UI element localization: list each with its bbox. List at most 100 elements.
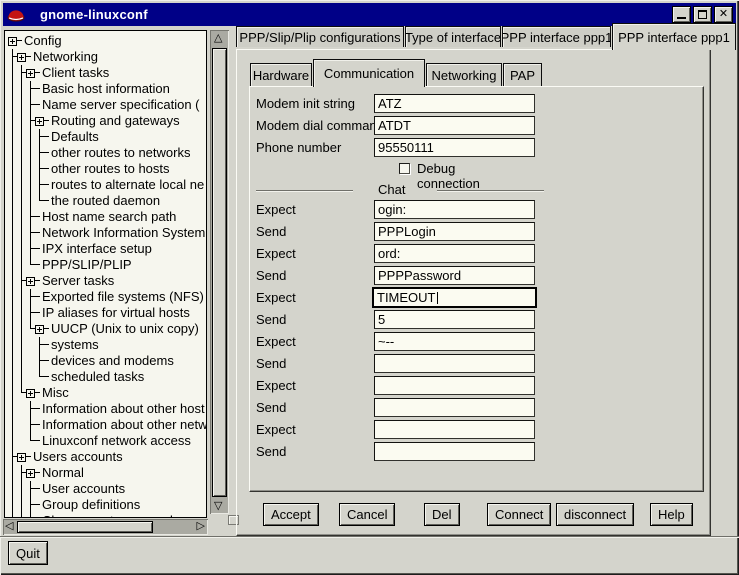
chat-text-input[interactable]: TIMEOUT <box>372 287 537 308</box>
tree-item[interactable]: routes to alternate local ne <box>8 177 206 193</box>
chat-text-input[interactable] <box>374 398 535 417</box>
scroll-up-icon[interactable]: △ <box>214 33 222 44</box>
tree-expander-icon[interactable] <box>17 53 26 62</box>
action-button[interactable]: disconnect <box>556 503 634 526</box>
chat-text-input[interactable]: PPPLogin <box>374 222 535 241</box>
close-icon: ✕ <box>719 9 728 20</box>
chat-row: Expect ord: <box>0 244 739 264</box>
tree-guide <box>8 513 17 518</box>
inner-tab[interactable]: PAP <box>503 63 542 86</box>
inner-tab-label: Communication <box>324 66 414 81</box>
tree-guide <box>26 513 35 518</box>
tree-item-label: Change root password <box>42 513 173 518</box>
chat-row-label: Expect <box>256 420 296 439</box>
tree-guide <box>17 177 26 193</box>
inner-tab[interactable]: Communication <box>313 59 425 87</box>
tree-guide <box>26 481 35 497</box>
form-field-row: Modem dial command ATDT <box>0 116 739 136</box>
tree-item[interactable]: Client tasks <box>8 65 206 81</box>
chat-text-input[interactable]: PPPPassword <box>374 266 535 285</box>
text-input[interactable]: ATDT <box>374 116 535 135</box>
scroll-down-icon[interactable]: ▽ <box>214 501 222 512</box>
chat-row-label: Expect <box>256 332 296 351</box>
action-button-label: Connect <box>495 507 543 522</box>
maximize-button[interactable] <box>693 6 712 23</box>
chat-text-input[interactable] <box>374 376 535 395</box>
scroll-right-icon[interactable]: ▷ <box>197 521 205 532</box>
outer-tab[interactable]: Type of interface <box>405 26 501 47</box>
tree-guide <box>17 65 26 81</box>
tree-item[interactable]: Change root password <box>8 513 206 518</box>
inner-tab[interactable]: Hardware <box>250 63 312 86</box>
chat-row-label: Send <box>256 222 286 241</box>
field-label: Modem dial command <box>256 116 384 135</box>
chat-text-input[interactable]: ord: <box>374 244 535 263</box>
tree-guide <box>35 177 44 193</box>
field-label: Modem init string <box>256 94 355 113</box>
inner-tab-label: PAP <box>510 68 535 83</box>
scroll-left-icon[interactable]: ◁ <box>5 521 13 532</box>
action-button[interactable]: Accept <box>263 503 319 526</box>
input-value: ~-- <box>378 334 394 349</box>
horizontal-scroll-thumb[interactable] <box>17 521 153 533</box>
text-input[interactable]: ATZ <box>374 94 535 113</box>
tree-branch-line <box>17 33 22 49</box>
text-cursor <box>437 292 438 304</box>
tree-item[interactable]: Group definitions <box>8 497 206 513</box>
tree-branch-line <box>44 177 49 193</box>
chat-row: Send 5 <box>0 310 739 330</box>
form-field-row: Modem init string ATZ <box>0 94 739 114</box>
action-button[interactable]: Help <box>650 503 693 526</box>
close-button[interactable]: ✕ <box>714 6 733 23</box>
chat-row-label: Send <box>256 354 286 373</box>
action-button[interactable]: Del <box>424 503 460 526</box>
text-input[interactable]: 95550111 <box>374 138 535 157</box>
minimize-icon <box>677 17 686 19</box>
tree-item[interactable]: other routes to hosts <box>8 161 206 177</box>
tree-expander-icon[interactable] <box>26 469 35 478</box>
quit-button[interactable]: Quit <box>8 541 48 565</box>
tree-guide <box>35 161 44 177</box>
chat-section-label: Chat <box>378 182 405 197</box>
tree-guide <box>26 177 35 193</box>
action-button-label: Accept <box>271 507 311 522</box>
chat-text-input[interactable] <box>374 442 535 461</box>
chat-row: Expect ~-- <box>0 332 739 352</box>
chat-row-label: Expect <box>256 288 296 307</box>
input-value: PPPPassword <box>378 268 461 283</box>
tree-item-label: Normal <box>42 465 84 481</box>
chat-text-input[interactable] <box>374 420 535 439</box>
chat-text-input[interactable] <box>374 354 535 373</box>
outer-tab[interactable]: PPP interface ppp1 <box>502 26 611 47</box>
action-button-label: Del <box>432 507 452 522</box>
input-value: TIMEOUT <box>377 290 436 305</box>
bottom-separator <box>0 536 739 538</box>
tree-expander-icon[interactable] <box>8 37 17 46</box>
chat-text-input[interactable]: ~-- <box>374 332 535 351</box>
inner-tab[interactable]: Networking <box>426 63 502 86</box>
tree-item[interactable]: Networking <box>8 49 206 65</box>
tree-item[interactable]: Config <box>8 33 206 49</box>
outer-tab-label: PPP interface ppp1 <box>618 30 730 45</box>
debug-connection-label: Debug connection <box>417 161 480 191</box>
outer-tab[interactable]: PPP/Slip/Plip configurations <box>236 26 404 47</box>
tree-guide <box>8 65 17 81</box>
chat-row: Send <box>0 442 739 462</box>
chat-row-label: Send <box>256 266 286 285</box>
action-button[interactable]: Connect <box>487 503 551 526</box>
tree-expander-icon[interactable] <box>26 69 35 78</box>
action-button-label: Cancel <box>347 507 387 522</box>
tree-guide <box>26 161 35 177</box>
tree-guide <box>8 49 17 65</box>
action-button[interactable]: Cancel <box>339 503 395 526</box>
tree-item[interactable]: Normal <box>8 465 206 481</box>
debug-connection-checkbox[interactable] <box>399 163 410 174</box>
outer-tab[interactable]: PPP interface ppp1 <box>612 23 736 50</box>
chat-text-input[interactable]: 5 <box>374 310 535 329</box>
chat-text-input[interactable]: ogin: <box>374 200 535 219</box>
input-value: 95550111 <box>378 140 434 155</box>
chat-row: Expect <box>0 376 739 396</box>
minimize-button[interactable] <box>672 6 691 23</box>
tree-item[interactable]: User accounts <box>8 481 206 497</box>
tree-horizontal-scrollbar[interactable]: ◁ ▷ <box>3 519 208 535</box>
